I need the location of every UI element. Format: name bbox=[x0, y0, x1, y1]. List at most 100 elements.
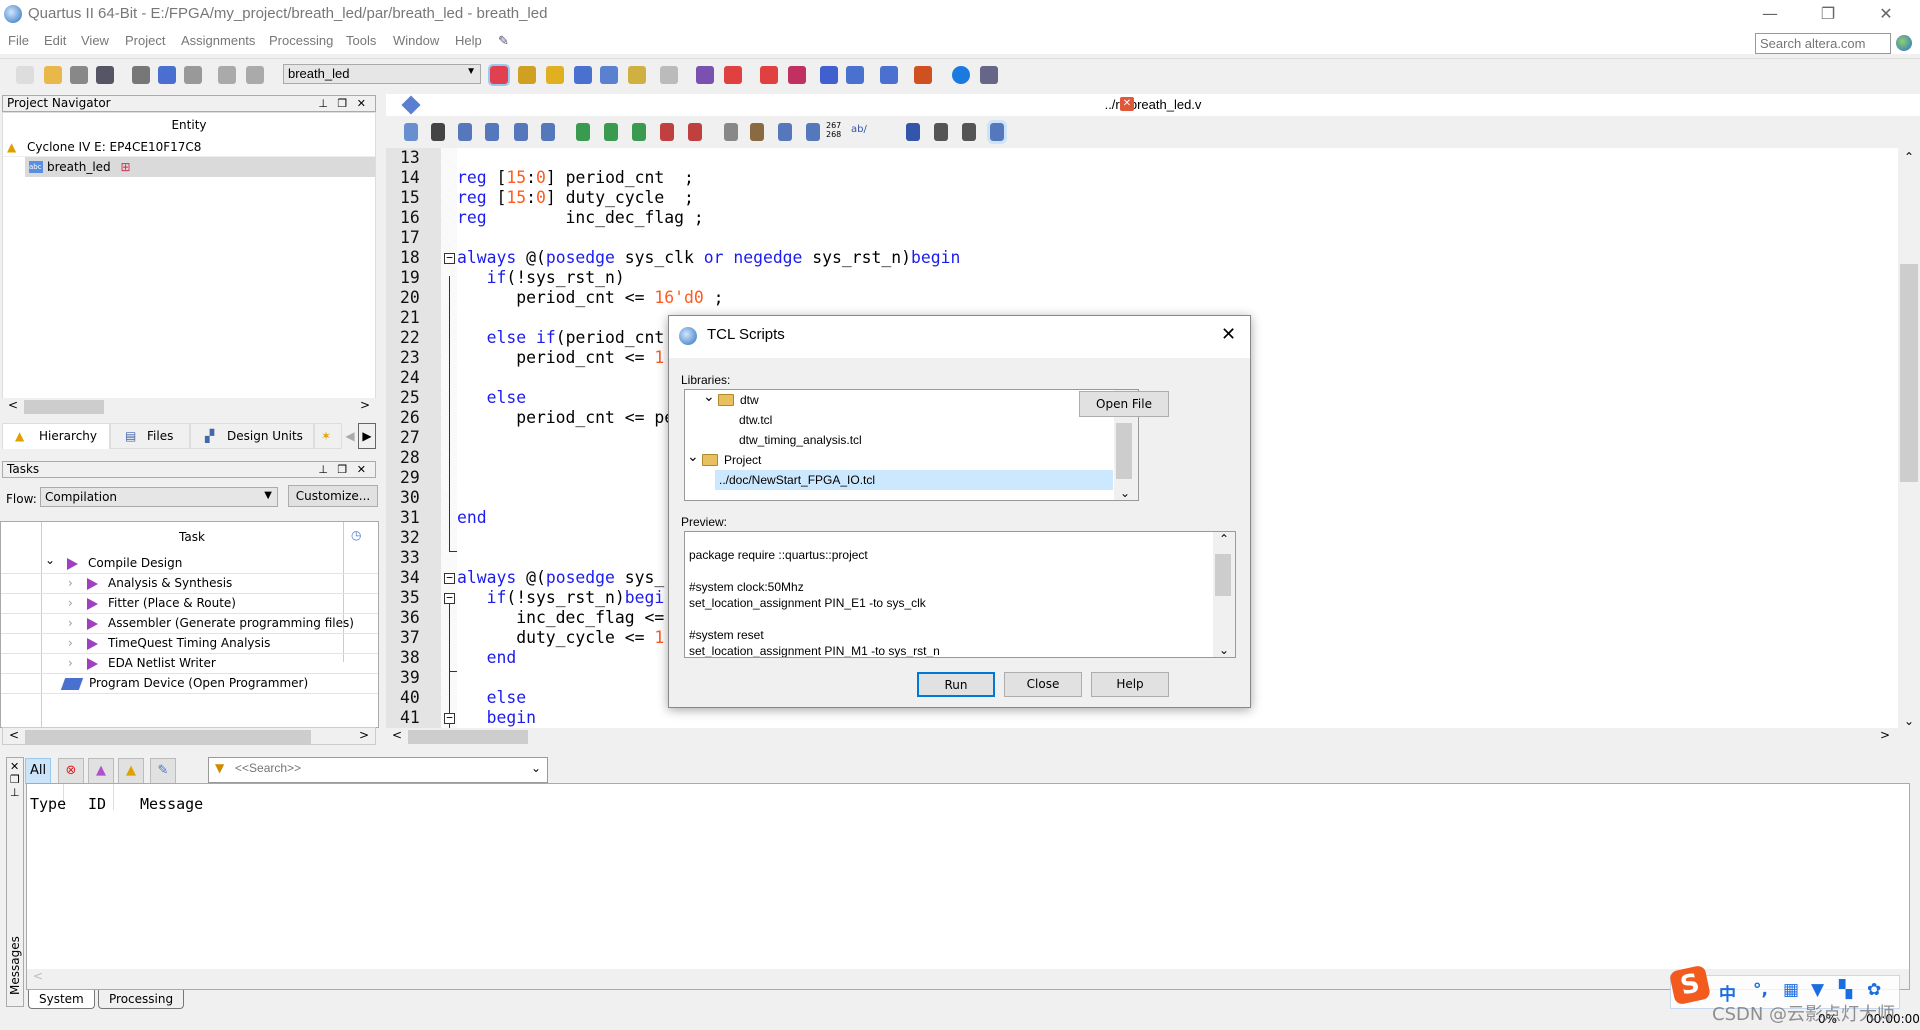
help-icon[interactable] bbox=[952, 66, 970, 84]
dialog-close-icon[interactable]: ✕ bbox=[1221, 324, 1236, 345]
menu-processing[interactable]: Processing bbox=[269, 33, 333, 48]
tasks-hscrollbar[interactable]: < > bbox=[2, 727, 376, 745]
scroll-down-icon[interactable]: ⌄ bbox=[1120, 486, 1130, 500]
undo-icon[interactable] bbox=[218, 66, 236, 84]
expand-chevron-icon[interactable]: ⌄ bbox=[687, 446, 699, 466]
column-message[interactable]: Message bbox=[140, 795, 203, 813]
find-replace-icon[interactable] bbox=[458, 123, 472, 141]
stop-icon[interactable] bbox=[660, 66, 678, 84]
prev-bookmark-icon[interactable] bbox=[604, 123, 618, 141]
tab-system[interactable]: System bbox=[28, 990, 95, 1009]
find-replace-text[interactable]: ab/ bbox=[851, 124, 867, 135]
save-icon[interactable] bbox=[70, 66, 88, 84]
remove-bookmark-icon[interactable] bbox=[660, 123, 674, 141]
menu-window[interactable]: Window bbox=[393, 33, 439, 48]
expand-chevron-icon[interactable]: ⌄ bbox=[703, 386, 715, 406]
tab-ip-components[interactable]: ✶ bbox=[314, 423, 342, 449]
top-entity-row[interactable]: abc breath_led ⊞ bbox=[25, 157, 375, 177]
rtl-viewer-icon[interactable] bbox=[788, 66, 806, 84]
netlist-navigator-icon[interactable] bbox=[914, 66, 932, 84]
menu-tools[interactable]: Tools bbox=[346, 33, 376, 48]
scroll-thumb[interactable] bbox=[1215, 554, 1231, 596]
search-altera-input[interactable] bbox=[1755, 33, 1891, 54]
attach-icon[interactable] bbox=[724, 123, 738, 141]
tab-scroll-right-icon[interactable]: ▶ bbox=[358, 423, 376, 449]
scroll-left-icon[interactable]: < bbox=[8, 398, 18, 412]
technology-map-viewer-icon[interactable] bbox=[820, 66, 838, 84]
message-search-input[interactable] bbox=[235, 761, 505, 775]
scroll-down-icon[interactable]: ⌄ bbox=[1904, 714, 1914, 728]
run-button[interactable]: Run bbox=[917, 672, 995, 697]
menu-view[interactable]: View bbox=[81, 33, 109, 48]
assignment-editor-icon[interactable] bbox=[518, 66, 536, 84]
list-c-icon[interactable] bbox=[987, 120, 1007, 144]
collapsed-chevron-icon[interactable]: › bbox=[68, 574, 73, 593]
task-row[interactable]: › Fitter (Place & Route) bbox=[1, 594, 378, 614]
analysis-synthesis-icon[interactable] bbox=[600, 66, 618, 84]
editor-vscrollbar[interactable]: ⌃ ⌄ bbox=[1898, 148, 1920, 730]
message-search-combo[interactable]: ▼ ⌄ bbox=[208, 757, 548, 783]
list-b-icon[interactable] bbox=[962, 123, 976, 141]
bookmark-icon[interactable] bbox=[576, 123, 590, 141]
timequest-icon[interactable] bbox=[724, 66, 742, 84]
find-icon[interactable] bbox=[431, 123, 445, 141]
scroll-thumb[interactable] bbox=[1116, 423, 1132, 479]
chip-planner-icon[interactable] bbox=[880, 66, 898, 84]
scroll-right-icon[interactable]: > bbox=[359, 728, 369, 742]
scroll-up-icon[interactable]: ⌃ bbox=[1904, 150, 1914, 164]
programmer-icon[interactable] bbox=[846, 66, 864, 84]
whats-this-icon[interactable]: ✎ bbox=[498, 33, 509, 49]
navigator-hscrollbar[interactable]: < > bbox=[2, 398, 376, 416]
open-file-button[interactable]: Open File bbox=[1079, 391, 1169, 417]
tree-item[interactable]: ⌄ dtw bbox=[685, 388, 1113, 410]
panel-controls[interactable]: ⊥ ❐ ✕ bbox=[318, 96, 369, 111]
minimize-button[interactable]: — bbox=[1750, 2, 1790, 26]
scroll-thumb[interactable] bbox=[1900, 264, 1918, 482]
script-icon[interactable] bbox=[750, 123, 764, 141]
preview-vscrollbar[interactable]: ⌃ ⌄ bbox=[1213, 532, 1235, 657]
whats-this-icon[interactable] bbox=[980, 66, 998, 84]
task-row[interactable]: › Analysis & Synthesis bbox=[1, 574, 378, 594]
ime-punctuation[interactable]: °, bbox=[1753, 980, 1768, 1000]
expand-chevron-icon[interactable]: ⌄ bbox=[45, 551, 55, 570]
tab-processing[interactable]: Processing bbox=[98, 990, 185, 1009]
restore-button[interactable]: ❐ bbox=[1808, 2, 1848, 26]
insert-template-icon[interactable] bbox=[404, 123, 418, 141]
save-all-icon[interactable] bbox=[96, 66, 114, 84]
task-row[interactable]: Program Device (Open Programmer) bbox=[1, 674, 378, 694]
globe-icon[interactable] bbox=[1896, 35, 1912, 51]
tab-scroll-left-icon[interactable]: ◀ bbox=[342, 423, 358, 449]
goto-icon[interactable] bbox=[485, 123, 499, 141]
filter-error-icon[interactable]: ⊗ bbox=[58, 758, 84, 784]
task-row[interactable]: › TimeQuest Timing Analysis bbox=[1, 634, 378, 654]
close-window-button[interactable]: ✕ bbox=[1866, 2, 1906, 26]
scroll-down-icon[interactable]: ⌄ bbox=[1219, 643, 1229, 657]
panel-controls[interactable]: ⊥ ❐ ✕ bbox=[318, 462, 369, 477]
edit-settings-icon[interactable] bbox=[546, 66, 564, 84]
tree-item[interactable]: ../doc/NewStart_FPGA_IO.tcl bbox=[715, 470, 1113, 490]
tree-item[interactable]: dtw_timing_analysis.tcl bbox=[735, 430, 1113, 450]
paste-icon[interactable] bbox=[184, 66, 202, 84]
jump-icon[interactable] bbox=[906, 123, 920, 141]
filter-suppressed-icon[interactable]: ✎ bbox=[150, 758, 176, 784]
new-file-icon[interactable] bbox=[16, 66, 34, 84]
power-analyzer-icon[interactable] bbox=[760, 66, 778, 84]
device-row[interactable]: ▲ Cyclone IV E: EP4CE10F17C8 bbox=[3, 137, 375, 157]
collapsed-chevron-icon[interactable]: › bbox=[68, 654, 73, 673]
scroll-right-icon[interactable]: > bbox=[1880, 728, 1890, 742]
panel-controls[interactable]: ✕ ❐ ⊥ bbox=[10, 760, 20, 799]
messages-hscrollbar[interactable]: < bbox=[27, 969, 1909, 989]
collapsed-chevron-icon[interactable]: › bbox=[68, 614, 73, 633]
collapsed-chevron-icon[interactable]: › bbox=[68, 594, 73, 613]
column-id[interactable]: ID bbox=[88, 795, 106, 813]
scroll-thumb[interactable] bbox=[408, 730, 528, 744]
scroll-left-icon[interactable]: < bbox=[392, 728, 402, 742]
clear-bookmarks-icon[interactable] bbox=[688, 123, 702, 141]
close-button[interactable]: Close bbox=[1004, 672, 1082, 697]
fitter-icon[interactable] bbox=[628, 66, 646, 84]
filter-all-button[interactable]: All bbox=[25, 758, 51, 784]
filter-warning-icon[interactable]: ▲ bbox=[118, 758, 144, 784]
line-numbers-toggle[interactable]: 267 268 bbox=[826, 121, 841, 139]
tab-design-units[interactable]: ▞ Design Units bbox=[190, 423, 314, 449]
task-row[interactable]: ⌄ Compile Design bbox=[1, 551, 378, 574]
